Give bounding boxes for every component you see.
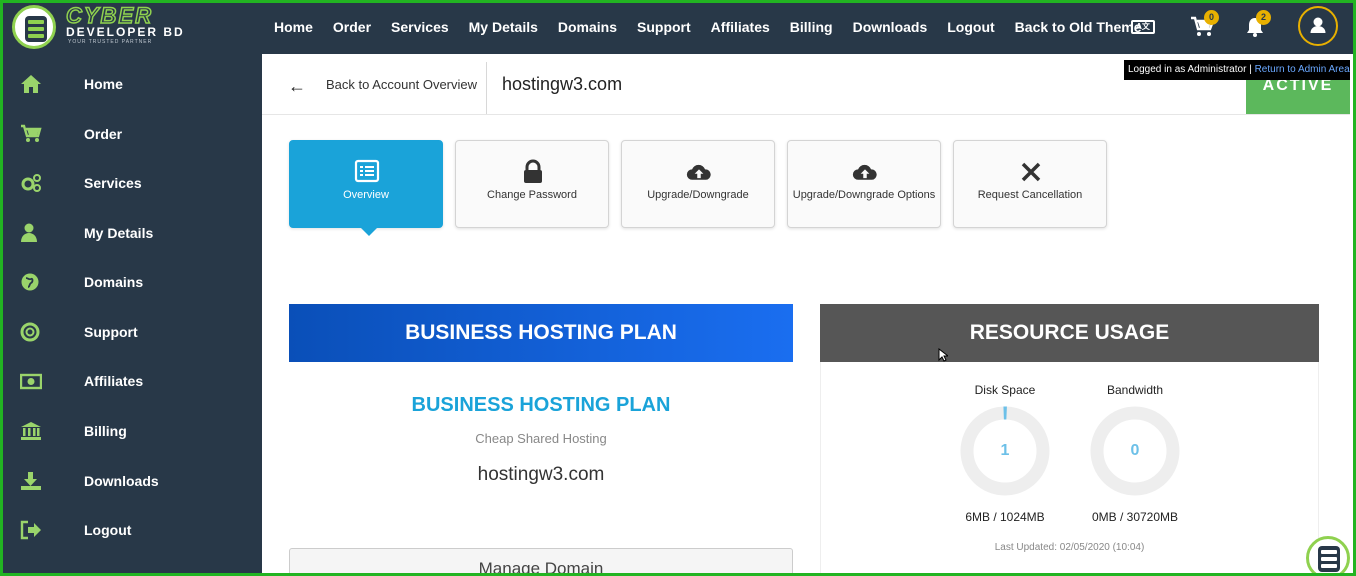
home-icon [21,75,41,93]
gears-icon [21,174,41,192]
tab-change-password[interactable]: Change Password [455,140,609,228]
sidebar-item-logout[interactable]: Logout [0,510,262,550]
sidebar-item-services[interactable]: Services [0,163,262,203]
sidebar-item-label: Logout [84,522,132,538]
user-icon [1310,17,1326,33]
brand-logo[interactable]: CYBER DEVELOPER BD YOUR TRUSTED PARTNER [10,2,190,49]
sidebar-item-home[interactable]: Home [0,64,262,104]
sidebar: Home Order Services My Details Domains S… [0,54,262,576]
money-icon [20,373,42,390]
floating-logo-button[interactable] [1306,536,1350,576]
arrow-left-icon: ← [288,76,306,96]
sidebar-item-downloads[interactable]: Downloads [0,461,262,501]
sidebar-item-label: Order [84,126,123,142]
sidebar-item-label: My Details [84,225,154,241]
server-icon [1318,546,1340,572]
admin-bar: Logged in as Administrator | Return to A… [1124,60,1350,80]
return-to-admin-link[interactable]: Return to Admin Area [1255,64,1350,75]
product-name: BUSINESS HOSTING PLAN [411,394,671,416]
bandwidth-usage-text: 0MB / 30720MB [1091,510,1179,524]
sidebar-item-support[interactable]: Support [0,312,262,352]
sidebar-item-label: Downloads [84,473,159,489]
tab-label: Change Password [487,189,577,201]
bank-icon [21,422,41,440]
globe-icon [21,273,39,291]
top-navbar: CYBER DEVELOPER BD YOUR TRUSTED PARTNER … [0,0,1356,54]
disk-space-label: Disk Space [974,383,1036,397]
cloud-upload-icon [686,164,711,180]
active-tab-caret [361,228,377,236]
back-to-overview-label: Back to Account Overview [326,77,478,92]
bandwidth-label: Bandwidth [1106,383,1164,397]
sidebar-item-label: Billing [84,423,127,439]
cart-icon[interactable]: 0 [1190,10,1219,38]
tab-request-cancellation[interactable]: Request Cancellation [953,140,1107,228]
tab-overview[interactable]: Overview [289,140,443,228]
topnav-billing[interactable]: Billing [790,19,833,35]
user-menu-button[interactable] [1298,6,1338,46]
cart-count-badge: 0 [1204,10,1219,25]
admin-bar-separator: | [1249,64,1252,75]
page-title: hostingw3.com [502,74,623,94]
back-to-overview-link[interactable]: ← Back to Account Overview [270,62,486,112]
product-group: Cheap Shared Hosting [475,431,607,446]
bell-icon[interactable]: 2 [1244,10,1271,38]
tab-upgrade-downgrade-options[interactable]: Upgrade/Downgrade Options [787,140,941,228]
manage-domain-button[interactable]: Manage Domain [289,548,793,576]
tab-label: Overview [343,189,389,201]
translate-icon[interactable]: A文 [1131,20,1155,34]
header-separator [262,114,1350,115]
topnav-home[interactable]: Home [274,19,313,35]
sidebar-item-label: Services [84,175,142,191]
list-icon [354,159,380,183]
sidebar-item-label: Home [84,76,123,92]
cart-icon [21,124,42,142]
cloud-upload-icon [852,164,877,180]
tab-label: Upgrade/Downgrade Options [792,189,936,201]
mouse-cursor-icon [938,348,948,362]
topnav-logout[interactable]: Logout [947,19,994,35]
tab-label: Request Cancellation [977,189,1083,201]
topnav-services[interactable]: Services [391,19,449,35]
header-divider [486,62,487,114]
close-icon [1021,162,1041,182]
topnav-order[interactable]: Order [333,19,371,35]
sidebar-item-domains[interactable]: Domains [0,262,262,302]
sidebar-item-order[interactable]: Order [0,114,262,154]
topnav-downloads[interactable]: Downloads [853,19,928,35]
top-nav-menu: Home Order Services My Details Domains S… [274,0,1161,54]
notification-count-badge: 2 [1256,10,1271,25]
admin-bar-text: Logged in as Administrator [1128,64,1247,75]
bandwidth-usage-value: 0 [1130,442,1140,459]
brand-tagline: YOUR TRUSTED PARTNER [68,39,153,45]
topnav-affiliates[interactable]: Affiliates [711,19,770,35]
sign-out-icon [20,520,41,540]
plan-panel-header: BUSINESS HOSTING PLAN [289,304,793,362]
sidebar-item-billing[interactable]: Billing [0,411,262,451]
sidebar-item-label: Affiliates [84,373,144,389]
server-logo-icon [12,5,56,49]
sidebar-item-label: Domains [84,274,144,290]
disk-usage-value: 1 [1000,442,1010,459]
topnav-support[interactable]: Support [637,19,691,35]
sidebar-item-my-details[interactable]: My Details [0,213,262,253]
last-updated-text: Last Updated: 02/05/2020 (10:04) [994,542,1145,553]
sidebar-item-label: Support [84,324,138,340]
lifebuoy-icon [20,322,40,342]
disk-usage-text: 6MB / 1024MB [965,510,1045,524]
sidebar-item-affiliates[interactable]: Affiliates [0,361,262,401]
topnav-domains[interactable]: Domains [558,19,617,35]
topnav-back-to-old-theme[interactable]: Back to Old Theme [1015,19,1142,35]
lock-icon [524,159,542,183]
resource-panel-header: RESOURCE USAGE [820,304,1319,362]
topnav-my-details[interactable]: My Details [469,19,538,35]
tab-label: Upgrade/Downgrade [647,189,749,201]
product-domain: hostingw3.com [477,464,605,485]
tab-upgrade-downgrade[interactable]: Upgrade/Downgrade [621,140,775,228]
user-icon [21,223,37,242]
brand-subtitle: DEVELOPER BD [66,25,185,39]
download-icon [21,472,41,490]
